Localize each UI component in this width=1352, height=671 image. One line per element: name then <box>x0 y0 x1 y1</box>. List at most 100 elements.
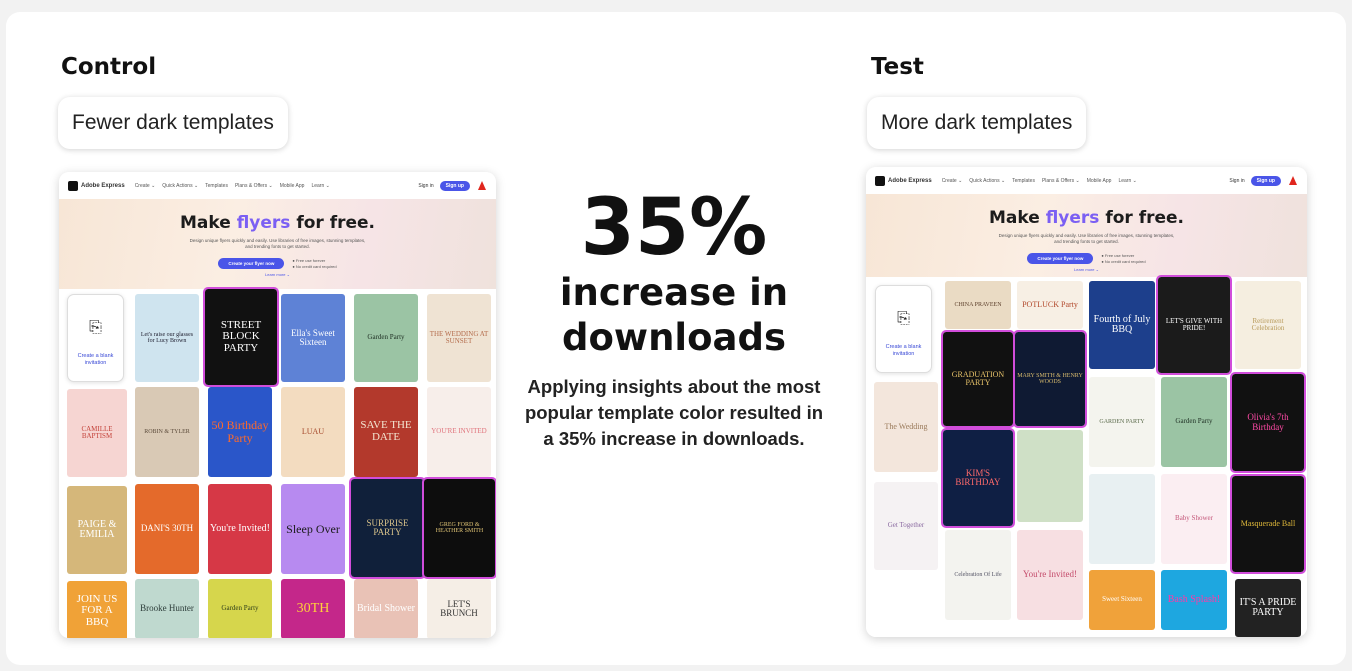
result-headline-line1: increase in <box>559 271 789 314</box>
template-thumbnail[interactable]: LET'S GIVE WITH PRIDE! <box>1156 275 1232 375</box>
hero-title: Make flyers for free. <box>180 213 375 233</box>
template-thumbnail[interactable]: SURPRISE PARTY <box>349 477 426 579</box>
hero-banner: Make flyers for free. Design unique flye… <box>59 199 496 289</box>
template-thumbnail[interactable] <box>1017 430 1083 522</box>
sign-up-button[interactable]: Sign up <box>439 180 470 191</box>
template-thumbnail[interactable]: ROBIN & TYLER <box>135 387 199 477</box>
template-thumbnail[interactable]: Garden Party <box>1161 377 1227 467</box>
nav-item-learn[interactable]: Learn ⌄ <box>1118 178 1136 184</box>
nav-item-create[interactable]: Create ⌄ <box>942 178 963 184</box>
template-title: Bash Splash! <box>1167 593 1221 605</box>
template-thumbnail[interactable]: DANI'S 30TH <box>135 484 199 574</box>
learn-more-link[interactable]: Learn more ⌄ <box>866 267 1307 272</box>
sign-in-link[interactable]: Sign in <box>418 183 433 189</box>
nav-item-learn[interactable]: Learn ⌄ <box>311 183 329 189</box>
nav-item-mobile-app[interactable]: Mobile App <box>280 183 305 189</box>
hero-title: Make flyers for free. <box>989 208 1184 228</box>
nav-item-templates[interactable]: Templates <box>205 183 228 189</box>
template-thumbnail[interactable]: STREET BLOCK PARTY <box>203 287 279 387</box>
template-thumbnail[interactable]: GARDEN PARTY <box>1089 377 1155 467</box>
template-thumbnail[interactable] <box>1089 474 1155 564</box>
template-thumbnail[interactable]: MARY SMITH & HENRY WOODS <box>1013 330 1087 428</box>
nav-item-quick-actions[interactable]: Quick Actions ⌄ <box>969 178 1005 184</box>
template-thumbnail[interactable]: Celebration Of Life <box>945 530 1011 620</box>
template-thumbnail[interactable]: GREG FORD & HEATHER SMITH <box>422 477 496 579</box>
hero-subtitle: Design unique flyers quickly and easily.… <box>998 233 1175 244</box>
template-thumbnail[interactable]: IT'S A PRIDE PARTY <box>1235 579 1301 637</box>
create-blank-invitation-card[interactable]: ⎘ Create a blank invitation <box>67 294 124 382</box>
adobe-logo-icon <box>478 181 487 190</box>
template-grid: ⎘ Create a blank invitation Let's raise … <box>59 287 496 638</box>
result-description: Applying insights about the most popular… <box>524 376 824 449</box>
test-heading: Test <box>871 54 924 80</box>
template-thumbnail[interactable]: 30TH <box>281 579 345 638</box>
template-thumbnail[interactable]: KIM'S BIRTHDAY <box>941 428 1015 528</box>
site-nav: Adobe Express Create ⌄ Quick Actions ⌄ T… <box>59 172 496 199</box>
nav-item-plans[interactable]: Plans & Offers ⌄ <box>235 183 273 189</box>
adobe-express-logo-icon <box>68 180 78 191</box>
template-thumbnail[interactable]: CHINA PRAVEEN <box>945 281 1011 329</box>
sign-up-button[interactable]: Sign up <box>1250 175 1281 186</box>
sign-in-link[interactable]: Sign in <box>1229 178 1244 184</box>
nav-item-create[interactable]: Create ⌄ <box>135 183 156 189</box>
template-title: CAMILLE BAPTISM <box>81 424 113 440</box>
template-thumbnail[interactable]: The Wedding <box>874 382 938 472</box>
template-thumbnail[interactable]: Ella's Sweet Sixteen <box>281 294 345 382</box>
control-label-badge: Fewer dark templates <box>58 97 288 149</box>
template-thumbnail[interactable]: JOIN US FOR A BBQ <box>67 581 127 638</box>
template-title: Ella's Sweet Sixteen <box>291 327 335 347</box>
template-title: Retirement Celebration <box>1251 316 1285 332</box>
template-thumbnail[interactable]: PAIGE & EMILIA <box>67 486 127 574</box>
create-flyer-button[interactable]: Create your flyer now <box>1027 253 1094 264</box>
template-thumbnail[interactable]: Retirement Celebration <box>1235 281 1301 369</box>
nav-item-mobile-app[interactable]: Mobile App <box>1087 178 1112 184</box>
template-thumbnail[interactable]: LET'S BRUNCH <box>427 579 491 638</box>
template-title: Baby Shower <box>1175 514 1213 523</box>
template-thumbnail[interactable]: LUAU <box>281 387 345 477</box>
template-thumbnail[interactable]: Baby Shower <box>1161 474 1227 564</box>
template-title: DANI'S 30TH <box>140 523 194 534</box>
template-title: LUAU <box>301 426 325 436</box>
result-headline-line2: downloads <box>561 316 786 359</box>
template-thumbnail[interactable]: Get Together <box>874 482 938 570</box>
create-flyer-button[interactable]: Create your flyer now <box>218 258 285 269</box>
template-thumbnail[interactable]: You're Invited! <box>1017 530 1083 620</box>
create-blank-invitation-card[interactable]: ⎘ Create a blank invitation <box>875 285 932 373</box>
template-thumbnail[interactable]: 50 Birthday Party <box>208 387 272 477</box>
template-title: You're Invited! <box>210 522 270 534</box>
template-thumbnail[interactable]: Bridal Shower <box>354 579 418 638</box>
template-thumbnail[interactable]: THE WEDDING AT SUNSET <box>427 294 491 382</box>
template-thumbnail[interactable]: You're Invited! <box>208 484 272 574</box>
brand-name: Adobe Express <box>81 182 125 189</box>
cta-bullets: ● Free use forever ● No credit card requi… <box>292 258 337 269</box>
template-title <box>1048 474 1052 478</box>
template-thumbnail[interactable]: Garden Party <box>208 579 272 638</box>
template-thumbnail[interactable]: Fourth of July BBQ <box>1089 281 1155 369</box>
template-title: Celebration Of Life <box>954 571 1002 578</box>
template-title: JOIN US FOR A BBQ <box>76 592 118 628</box>
template-thumbnail[interactable]: Bash Splash! <box>1161 570 1227 630</box>
template-thumbnail[interactable]: POTLUCK Party <box>1017 281 1083 329</box>
nav-item-plans[interactable]: Plans & Offers ⌄ <box>1042 178 1080 184</box>
template-title: Sleep Over <box>286 521 340 536</box>
template-title: GREG FORD & HEATHER SMITH <box>435 521 484 534</box>
template-thumbnail[interactable]: Let's raise our glasses for Lucy Brown <box>135 294 199 382</box>
learn-more-link[interactable]: Learn more ⌄ <box>59 272 496 277</box>
template-thumbnail[interactable]: Sweet Sixteen <box>1089 570 1155 630</box>
template-thumbnail[interactable]: CAMILLE BAPTISM <box>67 389 127 477</box>
template-thumbnail[interactable]: Olivia's 7th Birthday <box>1230 372 1306 473</box>
hero-subtitle: Design unique flyers quickly and easily.… <box>189 238 366 249</box>
template-thumbnail[interactable]: Garden Party <box>354 294 418 382</box>
nav-item-templates[interactable]: Templates <box>1012 178 1035 184</box>
template-thumbnail[interactable]: SAVE THE DATE <box>354 387 418 477</box>
template-thumbnail[interactable]: Brooke Hunter <box>135 579 199 638</box>
nav-item-quick-actions[interactable]: Quick Actions ⌄ <box>162 183 198 189</box>
test-label-badge: More dark templates <box>867 97 1087 149</box>
result-summary: 35% increase in downloads Applying insig… <box>512 186 836 452</box>
template-thumbnail[interactable]: YOU'RE INVITED <box>427 387 491 477</box>
template-title: Fourth of July BBQ <box>1093 313 1151 335</box>
template-thumbnail[interactable]: Masquerade Ball <box>1230 474 1306 574</box>
template-thumbnail[interactable]: GRADUATION PARTY <box>941 330 1015 428</box>
template-thumbnail[interactable]: Sleep Over <box>281 484 345 574</box>
cta-bullets: ● Free use forever ● No credit card requi… <box>1101 253 1146 264</box>
